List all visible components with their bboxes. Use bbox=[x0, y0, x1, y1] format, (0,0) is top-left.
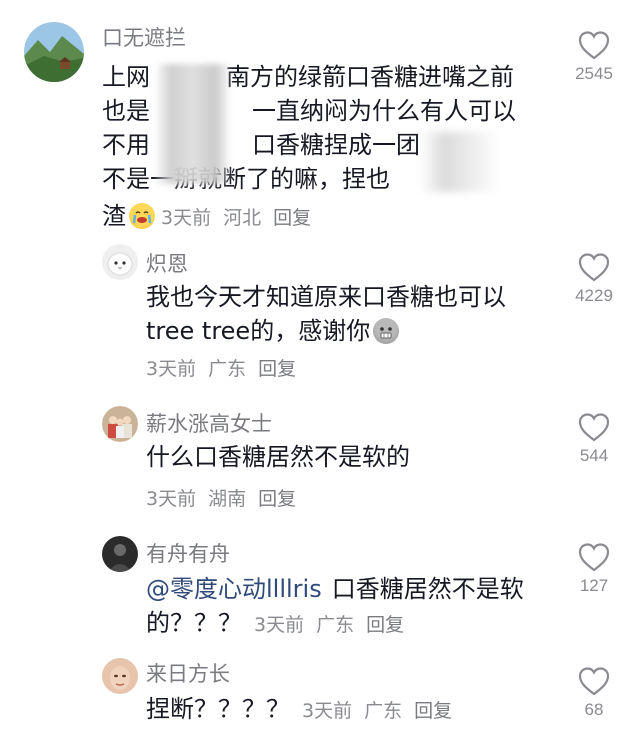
reply-button[interactable]: 回复 bbox=[258, 358, 296, 380]
comment-item: 薪水涨高女士 什么口香糖居然不是软的 3天前 湖南 回复 544 bbox=[0, 402, 640, 522]
comment-time: 3天前 bbox=[146, 488, 197, 510]
comment-item: 来日方长 捏断？？？？ 3天前 广东 回复 68 bbox=[0, 654, 640, 730]
comment-time: 3天前 bbox=[302, 700, 353, 722]
comment-meta: 渣 3天前 河北 回复 bbox=[102, 196, 323, 231]
like-count: 544 bbox=[579, 446, 609, 465]
comment-username[interactable]: 有舟有舟 bbox=[146, 538, 230, 568]
comment-text-line: tree tree的，感谢你 bbox=[146, 314, 400, 348]
comment-username[interactable]: 口无遮拦 bbox=[102, 22, 186, 52]
comment-time: 3天前 bbox=[254, 614, 305, 636]
avatar[interactable] bbox=[102, 536, 138, 572]
comment-body-end: 渣 bbox=[102, 202, 126, 230]
like-button[interactable]: 544 bbox=[564, 412, 624, 466]
reply-button[interactable]: 回复 bbox=[273, 207, 311, 229]
comment-time: 3天前 bbox=[146, 358, 197, 380]
comment-location: 广东 bbox=[364, 700, 403, 722]
like-count: 68 bbox=[584, 700, 604, 719]
comment-location: 湖南 bbox=[208, 488, 247, 510]
reply-button[interactable]: 回复 bbox=[366, 614, 404, 636]
comment-text-line: 什么口香糖居然不是软的 bbox=[146, 443, 410, 471]
comment-location: 河北 bbox=[223, 207, 262, 229]
avatar[interactable] bbox=[102, 244, 138, 280]
comment-meta: 3天前 广东 回复 bbox=[146, 354, 308, 381]
dark-portrait-avatar-icon bbox=[102, 536, 138, 572]
censored-text-blur bbox=[420, 132, 500, 192]
group-photo-avatar-icon bbox=[102, 406, 138, 442]
crying-face-emoji-icon bbox=[129, 203, 155, 229]
like-count: 4229 bbox=[575, 286, 613, 305]
comment-text-line: 不是一掰就断了的嘛，捏也 bbox=[102, 165, 390, 193]
reply-button[interactable]: 回复 bbox=[258, 488, 296, 510]
comment-username[interactable]: 薪水涨高女士 bbox=[146, 408, 272, 438]
comment-meta: 3天前 湖南 回复 bbox=[146, 484, 308, 511]
landscape-avatar-icon bbox=[24, 22, 84, 82]
comment-time: 3天前 bbox=[161, 207, 212, 229]
heart-outline-icon bbox=[578, 413, 610, 442]
comment-location: 广东 bbox=[208, 358, 247, 380]
avatar[interactable] bbox=[24, 22, 84, 82]
like-button[interactable]: 68 bbox=[564, 666, 624, 720]
comment-item: 有舟有舟 @零度心动llllris 口香糖居然不是软 的？？？ 3天前 广东 回复 12… bbox=[0, 532, 640, 652]
comment-text-line: 的？？？ 3天前 广东 回复 bbox=[146, 606, 416, 642]
comment-text-line: 我也今天才知道原来口香糖也可以 bbox=[146, 283, 506, 311]
like-count: 2545 bbox=[575, 64, 613, 83]
censored-text-blur bbox=[156, 64, 230, 184]
white-pet-avatar-icon bbox=[102, 244, 138, 280]
heart-outline-icon bbox=[578, 543, 610, 572]
like-button[interactable]: 4229 bbox=[564, 252, 624, 306]
face-closeup-avatar-icon bbox=[102, 658, 138, 694]
comment-location: 广东 bbox=[316, 614, 355, 636]
avatar[interactable] bbox=[102, 406, 138, 442]
reply-button[interactable]: 回复 bbox=[414, 700, 452, 722]
heart-outline-icon bbox=[578, 31, 610, 60]
heart-outline-icon bbox=[578, 253, 610, 282]
avatar[interactable] bbox=[102, 658, 138, 694]
comment-text-line: 捏断？？？？ 3天前 广东 回复 bbox=[146, 692, 464, 728]
comment-item: 口无遮拦 上网 南方的绿箭口香糖进嘴之前 也是 一直纳闷为什么有人可以 不用 口香糖捏… bbox=[0, 0, 640, 240]
comment-item: 炽恩 我也今天才知道原来口香糖也可以 tree tree的，感谢你 3天前 广东回… bbox=[0, 240, 640, 390]
comment-username[interactable]: 来日方长 bbox=[146, 658, 230, 688]
comment-text-line: @零度心动llllris 口香糖居然不是软 bbox=[146, 575, 524, 603]
heart-outline-icon bbox=[578, 667, 610, 696]
comment-meta: 3天前 广东 回复 bbox=[254, 614, 416, 636]
like-button[interactable]: 2545 bbox=[564, 30, 624, 84]
comment-username[interactable]: 炽恩 bbox=[146, 248, 188, 278]
like-button[interactable]: 127 bbox=[564, 542, 624, 596]
like-count: 127 bbox=[579, 576, 609, 595]
grimace-face-emoji-icon bbox=[373, 318, 400, 344]
comment-text-line: 不用 口香糖捏成一团 bbox=[102, 131, 420, 159]
mention-link[interactable]: @零度心动llllris bbox=[146, 575, 322, 603]
comment-meta: 3天前 广东 回复 bbox=[302, 700, 464, 722]
